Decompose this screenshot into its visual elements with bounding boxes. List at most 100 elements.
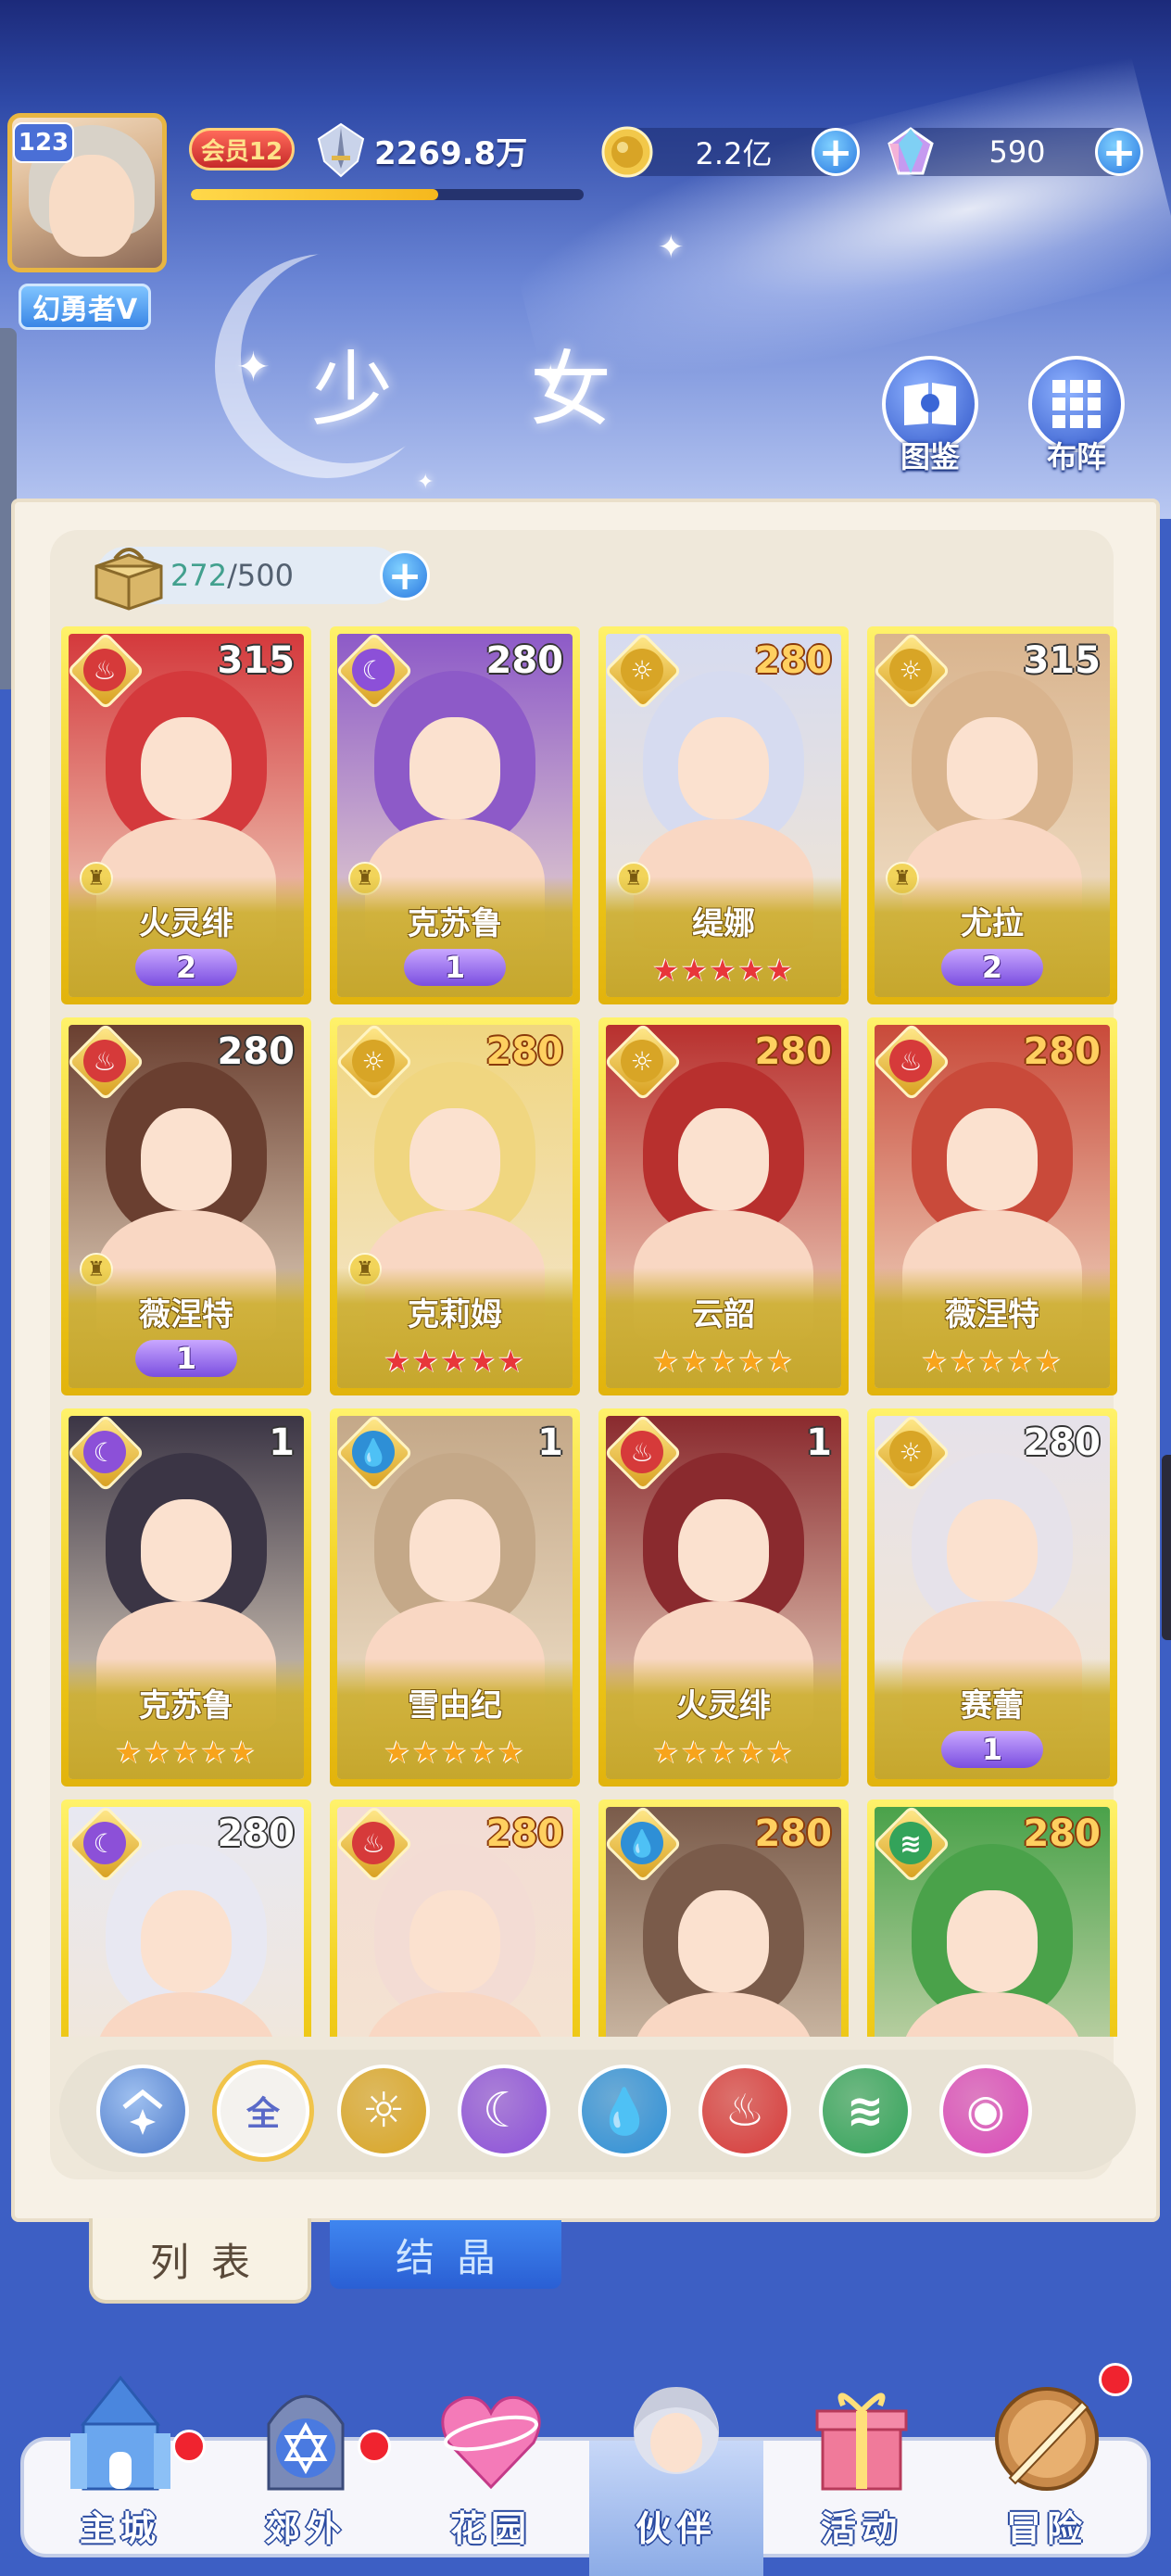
star-rating: ★★★★★ [384,1344,526,1379]
capacity-current: 272 [170,558,228,593]
girl-card[interactable]: ☾280♜克苏鲁1 [330,626,580,1004]
add-gem-button[interactable]: + [1095,128,1143,176]
girl-card[interactable]: ♨ 280 薇涅特 ★★★★★ [867,1017,1117,1395]
nav-events[interactable]: 活动 [774,2393,949,2576]
filter-fire-button[interactable]: ♨ [699,2065,791,2157]
filter-light-button[interactable]: ☼ [337,2065,430,2157]
water-drop-icon: 💧 [597,2085,652,2138]
filter-wind-button[interactable]: ≋ [819,2065,912,2157]
girl-card[interactable]: ☼ 280 赛蕾 1 [867,1408,1117,1787]
filter-chaos-button[interactable]: ◉ [939,2065,1032,2157]
nav-home[interactable]: 主城 [33,2375,208,2576]
filter-dark-button[interactable]: ☾ [458,2065,550,2157]
girl-level: 315 [217,639,296,682]
girl-face [947,1499,1038,1601]
magic-gate-icon [250,2368,361,2498]
girl-level: 280 [754,1030,833,1073]
girl-card[interactable]: ≋ 280 [867,1799,1117,2037]
moon-icon: ☾ [83,1431,126,1473]
star-rating: ★★★★★ [384,1735,526,1770]
girl-card[interactable]: ☾ 1 克苏鲁 ★★★★★ [61,1408,311,1787]
fire-icon: ♨ [621,1431,663,1473]
girl-name: 赛蕾 [961,1687,1024,1724]
sort-toggle-button[interactable] [96,2065,189,2157]
nav-partners[interactable]: 伙伴 [589,2387,763,2576]
girl-level: 315 [1023,639,1102,682]
girl-name: 雪由纪 [408,1687,502,1724]
roster-capacity: 272 / 500 + [94,547,430,611]
player-name[interactable]: 幻勇者V [19,284,152,330]
vip-badge[interactable]: 会员12 [189,128,295,170]
moon-icon: ☾ [83,1822,126,1864]
girl-card[interactable]: 💧 1 雪由纪 ★★★★★ [330,1408,580,1787]
girl-level: 1 [269,1421,295,1464]
girl-face [678,1890,769,1992]
star-rating: ★★★★★ [652,1735,795,1770]
moon-icon: ☾ [352,649,395,691]
bottom-navigation: 主城 郊外 花园 伙伴 活动 冒险 [20,2363,1151,2576]
heart-icon [435,2368,547,2498]
companion-icon [621,2368,732,2498]
girl-body [365,1992,545,2037]
awakening-rank-badge: 2 [941,949,1043,986]
girl-card[interactable]: ♨ 1 火灵绯 ★★★★★ [598,1408,849,1787]
girl-portrait: ☼ 280 赛蕾 1 [875,1416,1110,1779]
star-rating: ★★★★★ [652,953,795,988]
gold-currency: 2.2亿 + [601,126,860,178]
avatar-face [49,155,134,257]
girl-portrait: ♨ 280 [337,1807,573,2037]
girl-portrait: ♨ 280 薇涅特 ★★★★★ [875,1025,1110,1388]
girl-card[interactable]: ♨280♜薇涅特1 [61,1017,311,1395]
fire-icon: ♨ [83,649,126,691]
girl-card[interactable]: ♨ 280 [330,1799,580,2037]
awakening-rank-badge: 1 [404,949,506,986]
status-bar: 123 幻勇者V 会员12 2269.8万 2.2亿 + 590 + [0,109,1171,330]
girl-face [141,1499,232,1601]
tab-crystal[interactable]: 结晶 [330,2220,561,2289]
add-gold-button[interactable]: + [812,128,860,176]
player-level-badge: 123 [13,122,74,163]
tab-list[interactable]: 列表 [89,2218,311,2304]
girl-card[interactable]: ☼315♜尤拉2 [867,626,1117,1004]
filter-all-button[interactable]: 全 [217,2065,309,2157]
girl-name: 克莉姆 [408,1296,502,1333]
girl-portrait: ☼280♜缇娜★★★★★ [606,634,841,997]
nav-outskirts[interactable]: 郊外 [219,2394,393,2576]
filter-water-button[interactable]: 💧 [578,2065,671,2157]
girl-card[interactable]: ♨315♜火灵绯2 [61,626,311,1004]
awakening-rank-badge: 2 [135,949,237,986]
expand-capacity-button[interactable]: + [380,550,430,600]
girl-card[interactable]: ☾ 280 [61,1799,311,2037]
girl-card[interactable]: 💧 280 [598,1799,849,2037]
nav-adventure[interactable]: 冒险 [960,2363,1134,2576]
awakening-rank-badge: 1 [941,1731,1043,1768]
girl-face [141,1890,232,1992]
girl-body [96,1992,276,2037]
water-drop-icon: 💧 [621,1822,663,1864]
nav-label: 郊外 [264,2508,346,2549]
codex-button[interactable]: 图鉴 [876,356,984,476]
girl-name: 薇涅特 [945,1296,1039,1333]
capacity-separator: / [227,558,237,593]
crystal-gem-icon [888,127,934,175]
girl-portrait: ☼ 280 云韶 ★★★★★ [606,1025,841,1388]
nav-label: 花园 [449,2508,532,2549]
formation-button[interactable]: 布阵 [1023,356,1130,476]
girl-card[interactable]: ☼280♜缇娜★★★★★ [598,626,849,1004]
experience-bar [191,189,584,200]
nav-garden[interactable]: 花园 [404,2395,578,2576]
water-drop-icon: 💧 [352,1431,395,1473]
girl-level: 280 [754,639,833,682]
notification-dot [1099,2363,1132,2396]
girl-face [678,1108,769,1210]
girl-card[interactable]: ☼ 280 云韶 ★★★★★ [598,1017,849,1395]
sun-icon: ☼ [361,2083,406,2139]
girl-portrait: ☾ 1 克苏鲁 ★★★★★ [69,1416,304,1779]
page-title: 少 女 [311,342,667,437]
girl-level: 280 [217,1030,296,1073]
girl-card[interactable]: ☼280♜克莉姆★★★★★ [330,1017,580,1395]
nav-label: 活动 [820,2508,902,2549]
element-filter-bar: 全 ☼ ☾ 💧 ♨ ≋ ◉ [59,2050,1136,2172]
experience-bar-fill [191,189,439,200]
capacity-max: 500 [236,558,294,593]
